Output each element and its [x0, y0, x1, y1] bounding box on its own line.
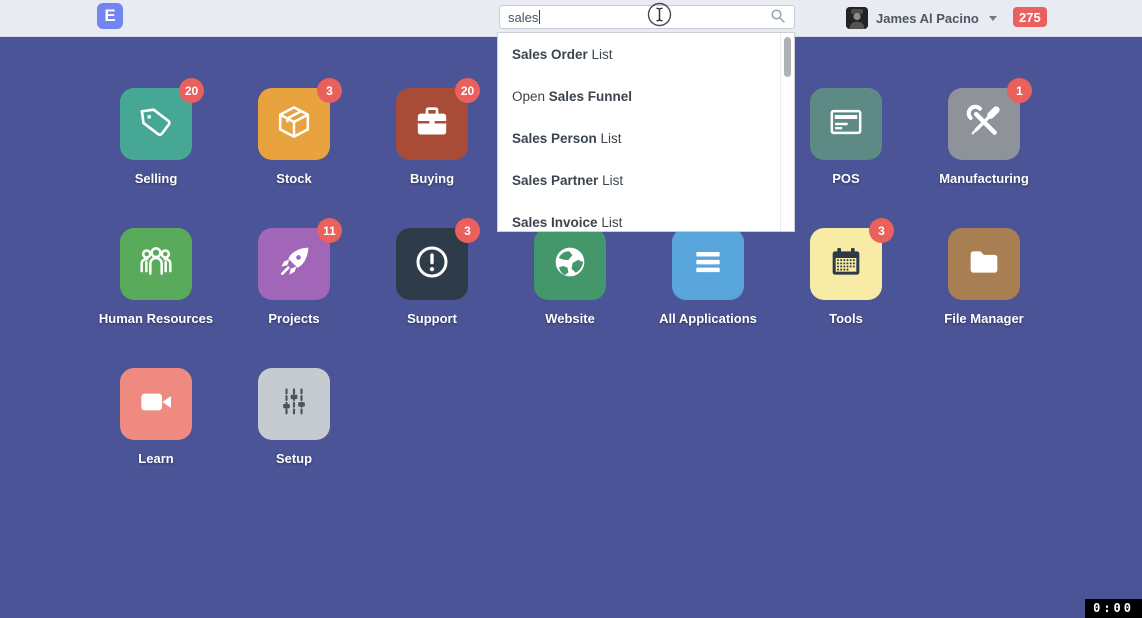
module-projects[interactable]: 11 Projects [225, 228, 363, 326]
dropdown-scrollbar-thumb[interactable] [784, 37, 791, 77]
module-label: POS [777, 171, 915, 186]
people-icon [136, 242, 176, 287]
module-setup[interactable]: Setup [225, 368, 363, 466]
module-tile-support[interactable]: 3 [396, 228, 468, 300]
module-label: Manufacturing [915, 171, 1053, 186]
search-result-open-sales-funnel[interactable]: Open Sales Funnel [498, 75, 794, 117]
user-name: James Al Pacino [876, 11, 979, 26]
module-label: Buying [363, 171, 501, 186]
recording-timer: 0:00 [1085, 599, 1142, 618]
search-results-dropdown: Sales Order List Open Sales Funnel Sales… [497, 32, 795, 232]
chevron-down-icon [989, 16, 997, 21]
module-badge-support: 3 [455, 218, 480, 243]
module-buying[interactable]: 20 Buying [363, 88, 501, 186]
module-all-applications[interactable]: All Applications [639, 228, 777, 326]
module-manufacturing[interactable]: 1 Manufacturing [915, 88, 1053, 186]
calendar-icon [826, 242, 866, 287]
module-badge-selling: 20 [179, 78, 204, 103]
module-stock[interactable]: 3 Stock [225, 88, 363, 186]
module-label: Projects [225, 311, 363, 326]
module-tile-buying[interactable]: 20 [396, 88, 468, 160]
module-tile-pos[interactable] [810, 88, 882, 160]
search-result-sales-partner-list[interactable]: Sales Partner List [498, 159, 794, 201]
search-icon[interactable] [770, 8, 786, 27]
globe-icon [550, 242, 590, 287]
module-tile-manufacturing[interactable]: 1 [948, 88, 1020, 160]
module-label: Stock [225, 171, 363, 186]
search-result-sales-person-list[interactable]: Sales Person List [498, 117, 794, 159]
module-website[interactable]: Website [501, 228, 639, 326]
module-tile-website[interactable] [534, 228, 606, 300]
module-pos[interactable]: POS [777, 88, 915, 186]
notifications-count-badge[interactable]: 275 [1013, 7, 1047, 27]
module-tile-tools[interactable]: 3 [810, 228, 882, 300]
app-logo[interactable]: E [97, 3, 123, 29]
module-badge-tools: 3 [869, 218, 894, 243]
module-support[interactable]: 3 Support [363, 228, 501, 326]
module-label: Setup [225, 451, 363, 466]
menu-icon [688, 242, 728, 287]
module-tile-selling[interactable]: 20 [120, 88, 192, 160]
sliders-icon [274, 382, 314, 427]
module-selling[interactable]: 20 Selling [87, 88, 225, 186]
module-tile-learn[interactable] [120, 368, 192, 440]
text-caret [539, 10, 540, 24]
video-icon [136, 382, 176, 427]
module-tile-human-resources[interactable] [120, 228, 192, 300]
box-icon [274, 102, 314, 147]
module-badge-projects: 11 [317, 218, 342, 243]
module-tile-projects[interactable]: 11 [258, 228, 330, 300]
module-badge-buying: 20 [455, 78, 480, 103]
user-menu[interactable]: James Al Pacino [846, 5, 997, 31]
folder-icon [964, 242, 1004, 287]
module-tools[interactable]: 3 Tools [777, 228, 915, 326]
search-result-sales-invoice-list[interactable]: Sales Invoice List [498, 201, 794, 232]
module-tile-file-manager[interactable] [948, 228, 1020, 300]
module-badge-stock: 3 [317, 78, 342, 103]
module-label: File Manager [915, 311, 1053, 326]
alert-circle-icon [412, 242, 452, 287]
module-label: Website [501, 311, 639, 326]
module-file-manager[interactable]: File Manager [915, 228, 1053, 326]
module-label: Selling [87, 171, 225, 186]
module-label: Human Resources [87, 311, 225, 326]
module-human-resources[interactable]: Human Resources [87, 228, 225, 326]
user-avatar[interactable] [846, 7, 868, 29]
module-tile-setup[interactable] [258, 368, 330, 440]
module-label: Tools [777, 311, 915, 326]
module-tile-all-applications[interactable] [672, 228, 744, 300]
briefcase-icon [412, 102, 452, 147]
module-label: Support [363, 311, 501, 326]
credit-card-icon [826, 102, 866, 147]
module-learn[interactable]: Learn [87, 368, 225, 466]
module-label: All Applications [639, 311, 777, 326]
tools-icon [964, 102, 1004, 147]
module-label: Learn [87, 451, 225, 466]
search-result-sales-order-list[interactable]: Sales Order List [498, 33, 794, 75]
rocket-icon [274, 242, 314, 287]
dropdown-scrollbar[interactable] [780, 33, 794, 231]
module-tile-stock[interactable]: 3 [258, 88, 330, 160]
module-badge-manufacturing: 1 [1007, 78, 1032, 103]
search-input-value: sales [508, 10, 538, 25]
desk-page: { "colors": { "page_bg": "#4a5496", "nav… [0, 0, 1142, 618]
tag-icon [136, 102, 176, 147]
mouse-ibeam-cursor [646, 1, 673, 33]
